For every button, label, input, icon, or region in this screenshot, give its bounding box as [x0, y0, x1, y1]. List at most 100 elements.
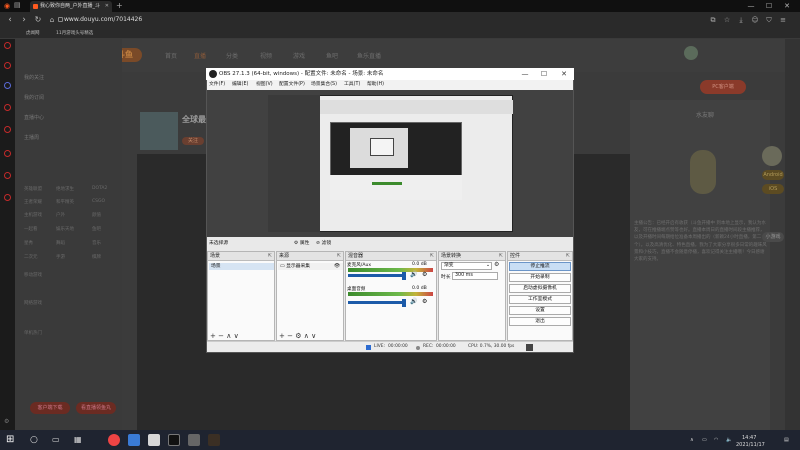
category-item[interactable]: 绝地求生 [56, 186, 74, 192]
category-item[interactable]: 王者荣耀 [24, 199, 42, 205]
browser-tab[interactable]: 我心致你自两_户外直播_斗 ✕ [30, 1, 112, 12]
add-icon[interactable]: + [279, 332, 285, 340]
dock-blue-icon[interactable] [4, 82, 11, 89]
category-item[interactable]: 英雄联盟 [24, 186, 42, 192]
notification-icon[interactable]: ▤ [784, 437, 789, 443]
menu-tools[interactable]: 工具(T) [344, 81, 360, 89]
forward-icon[interactable]: › [18, 14, 30, 26]
settings-icon[interactable]: ⚙ [295, 332, 301, 340]
follow-button[interactable]: 关注 [182, 137, 204, 145]
exit-button[interactable]: 退出 [509, 317, 571, 326]
user-avatar[interactable] [684, 46, 698, 60]
more-icon[interactable]: ≡ [778, 15, 788, 25]
up-icon[interactable]: ∧ [226, 332, 231, 340]
sidebar-download-button[interactable]: 客户端下载 [30, 402, 70, 414]
back-icon[interactable]: ‹ [4, 14, 16, 26]
up-icon[interactable]: ∧ [304, 332, 309, 340]
obs-maximize-icon[interactable]: ☐ [535, 68, 553, 80]
minimize-icon[interactable]: — [744, 0, 758, 12]
nav-category[interactable]: 分类 [226, 51, 238, 60]
volume-slider[interactable] [348, 301, 404, 304]
virtual-camera-button[interactable]: 启动虚拟摄像机 [509, 284, 571, 293]
volume-slider[interactable] [348, 274, 404, 277]
menu-file[interactable]: 文件(F) [209, 81, 225, 89]
down-icon[interactable]: ∨ [234, 332, 239, 340]
edge-taskbar-icon[interactable] [128, 434, 140, 446]
sidebar-item-follow[interactable]: 我的关注 [24, 74, 44, 82]
sidebar-item-subscribe[interactable]: 我的订阅 [24, 94, 44, 102]
streamer-avatar[interactable] [140, 112, 178, 150]
sidebar-item-live-center[interactable]: 直播中心 [24, 114, 44, 122]
preview-properties-button[interactable]: ⚙ 属性 [294, 239, 309, 246]
obs-close-icon[interactable]: ✕ [555, 68, 573, 80]
nav-video[interactable]: 视频 [260, 51, 272, 60]
down-icon[interactable]: ∨ [311, 332, 316, 340]
clock-time[interactable]: 14:47 [742, 435, 756, 441]
task-view-icon[interactable]: ▭ [52, 435, 60, 444]
account-icon[interactable]: ☺ [750, 15, 760, 25]
menu-view[interactable]: 视图(V) [256, 81, 273, 89]
nav-game[interactable]: 游戏 [293, 51, 305, 60]
pc-client-badge[interactable]: PC客户端 [700, 80, 746, 94]
shield-icon[interactable]: ⛉ [764, 15, 774, 25]
extension-icon[interactable]: ⧉ [708, 15, 718, 25]
remove-icon[interactable]: − [218, 332, 224, 340]
duration-input[interactable]: 300 ms [452, 272, 498, 280]
app-taskbar-icon[interactable] [188, 434, 200, 446]
browser-menu-icon[interactable]: ◉ [4, 2, 10, 10]
dock-float-icon[interactable]: ⇱ [430, 252, 434, 261]
category-item[interactable]: 音乐 [92, 240, 101, 246]
nav-entertainment[interactable]: 鱼乐直播 [357, 51, 381, 60]
settings-icon[interactable]: ⚙ [422, 298, 427, 305]
dock-float-icon[interactable]: ⇱ [566, 252, 570, 261]
category-item[interactable]: 主机游戏 [24, 212, 42, 218]
bookmark-item[interactable]: 虎闻网 [26, 30, 40, 38]
new-tab-icon[interactable]: + [116, 1, 123, 10]
category-item[interactable]: 手游 [56, 254, 65, 260]
dock-red-icon[interactable] [4, 104, 11, 111]
mascot-float-icon[interactable] [762, 146, 782, 166]
nav-fishbar[interactable]: 鱼吧 [326, 51, 338, 60]
sidebar-watch-button[interactable]: 看直播领鱼丸 [76, 402, 116, 414]
speaker-icon[interactable]: 🔊 [410, 298, 417, 305]
dock-red-icon[interactable] [4, 42, 11, 49]
star-icon[interactable]: ☆ [722, 15, 732, 25]
add-icon[interactable]: + [210, 332, 216, 340]
tray-volume-icon[interactable]: 🔈 [726, 437, 732, 443]
studio-mode-button[interactable]: 工作室模式 [509, 295, 571, 304]
dock-float-icon[interactable]: ⇱ [499, 252, 503, 261]
category-item[interactable]: 和平精英 [56, 199, 74, 205]
dock-red-icon[interactable] [4, 126, 11, 133]
speaker-icon[interactable]: 🔊 [410, 271, 417, 278]
preview-filters-button[interactable]: ⊘ 滤镜 [316, 239, 331, 246]
category-item[interactable]: 舞蹈 [56, 240, 65, 246]
url-field[interactable]: www.douyu.com/7014426 [64, 15, 142, 25]
ios-badge[interactable]: iOS [762, 184, 784, 194]
clock-date[interactable]: 2021/11/17 [736, 442, 765, 448]
nav-home[interactable]: 首页 [165, 51, 177, 60]
sidebar-item-week[interactable]: 主播周 [24, 134, 39, 142]
dock-red-icon[interactable] [4, 194, 11, 201]
page-scrollbar[interactable] [785, 39, 800, 430]
category-item[interactable]: 星秀 [24, 240, 33, 246]
volume-slider-handle[interactable] [402, 299, 406, 307]
obs-taskbar-icon[interactable] [168, 434, 180, 446]
maximize-icon[interactable]: ☐ [762, 0, 776, 12]
category-item[interactable]: 娱乐天地 [56, 226, 74, 232]
close-window-icon[interactable]: ✕ [780, 0, 794, 12]
tray-chevron-icon[interactable]: ∧ [690, 437, 694, 443]
dock-float-icon[interactable]: ⇱ [268, 252, 272, 261]
tab-close-icon[interactable]: ✕ [105, 1, 109, 12]
scene-item[interactable]: 场景 [209, 263, 274, 270]
volume-slider-handle[interactable] [402, 272, 406, 280]
nav-live[interactable]: 直播 [194, 51, 206, 60]
windows-start-icon[interactable]: ⊞ [6, 435, 14, 445]
tray-network-icon[interactable]: ▭ [702, 437, 707, 443]
transition-select[interactable]: 渐变 ⌄ [441, 262, 492, 270]
start-recording-button[interactable]: 开始录制 [509, 273, 571, 282]
home-icon[interactable]: ⌂ [46, 14, 58, 26]
category-item[interactable]: 棋牌 [92, 254, 101, 260]
files-taskbar-icon[interactable] [148, 434, 160, 446]
category-item[interactable]: 鱼吧 [92, 226, 101, 232]
visibility-icon[interactable]: 👁 [334, 263, 340, 270]
